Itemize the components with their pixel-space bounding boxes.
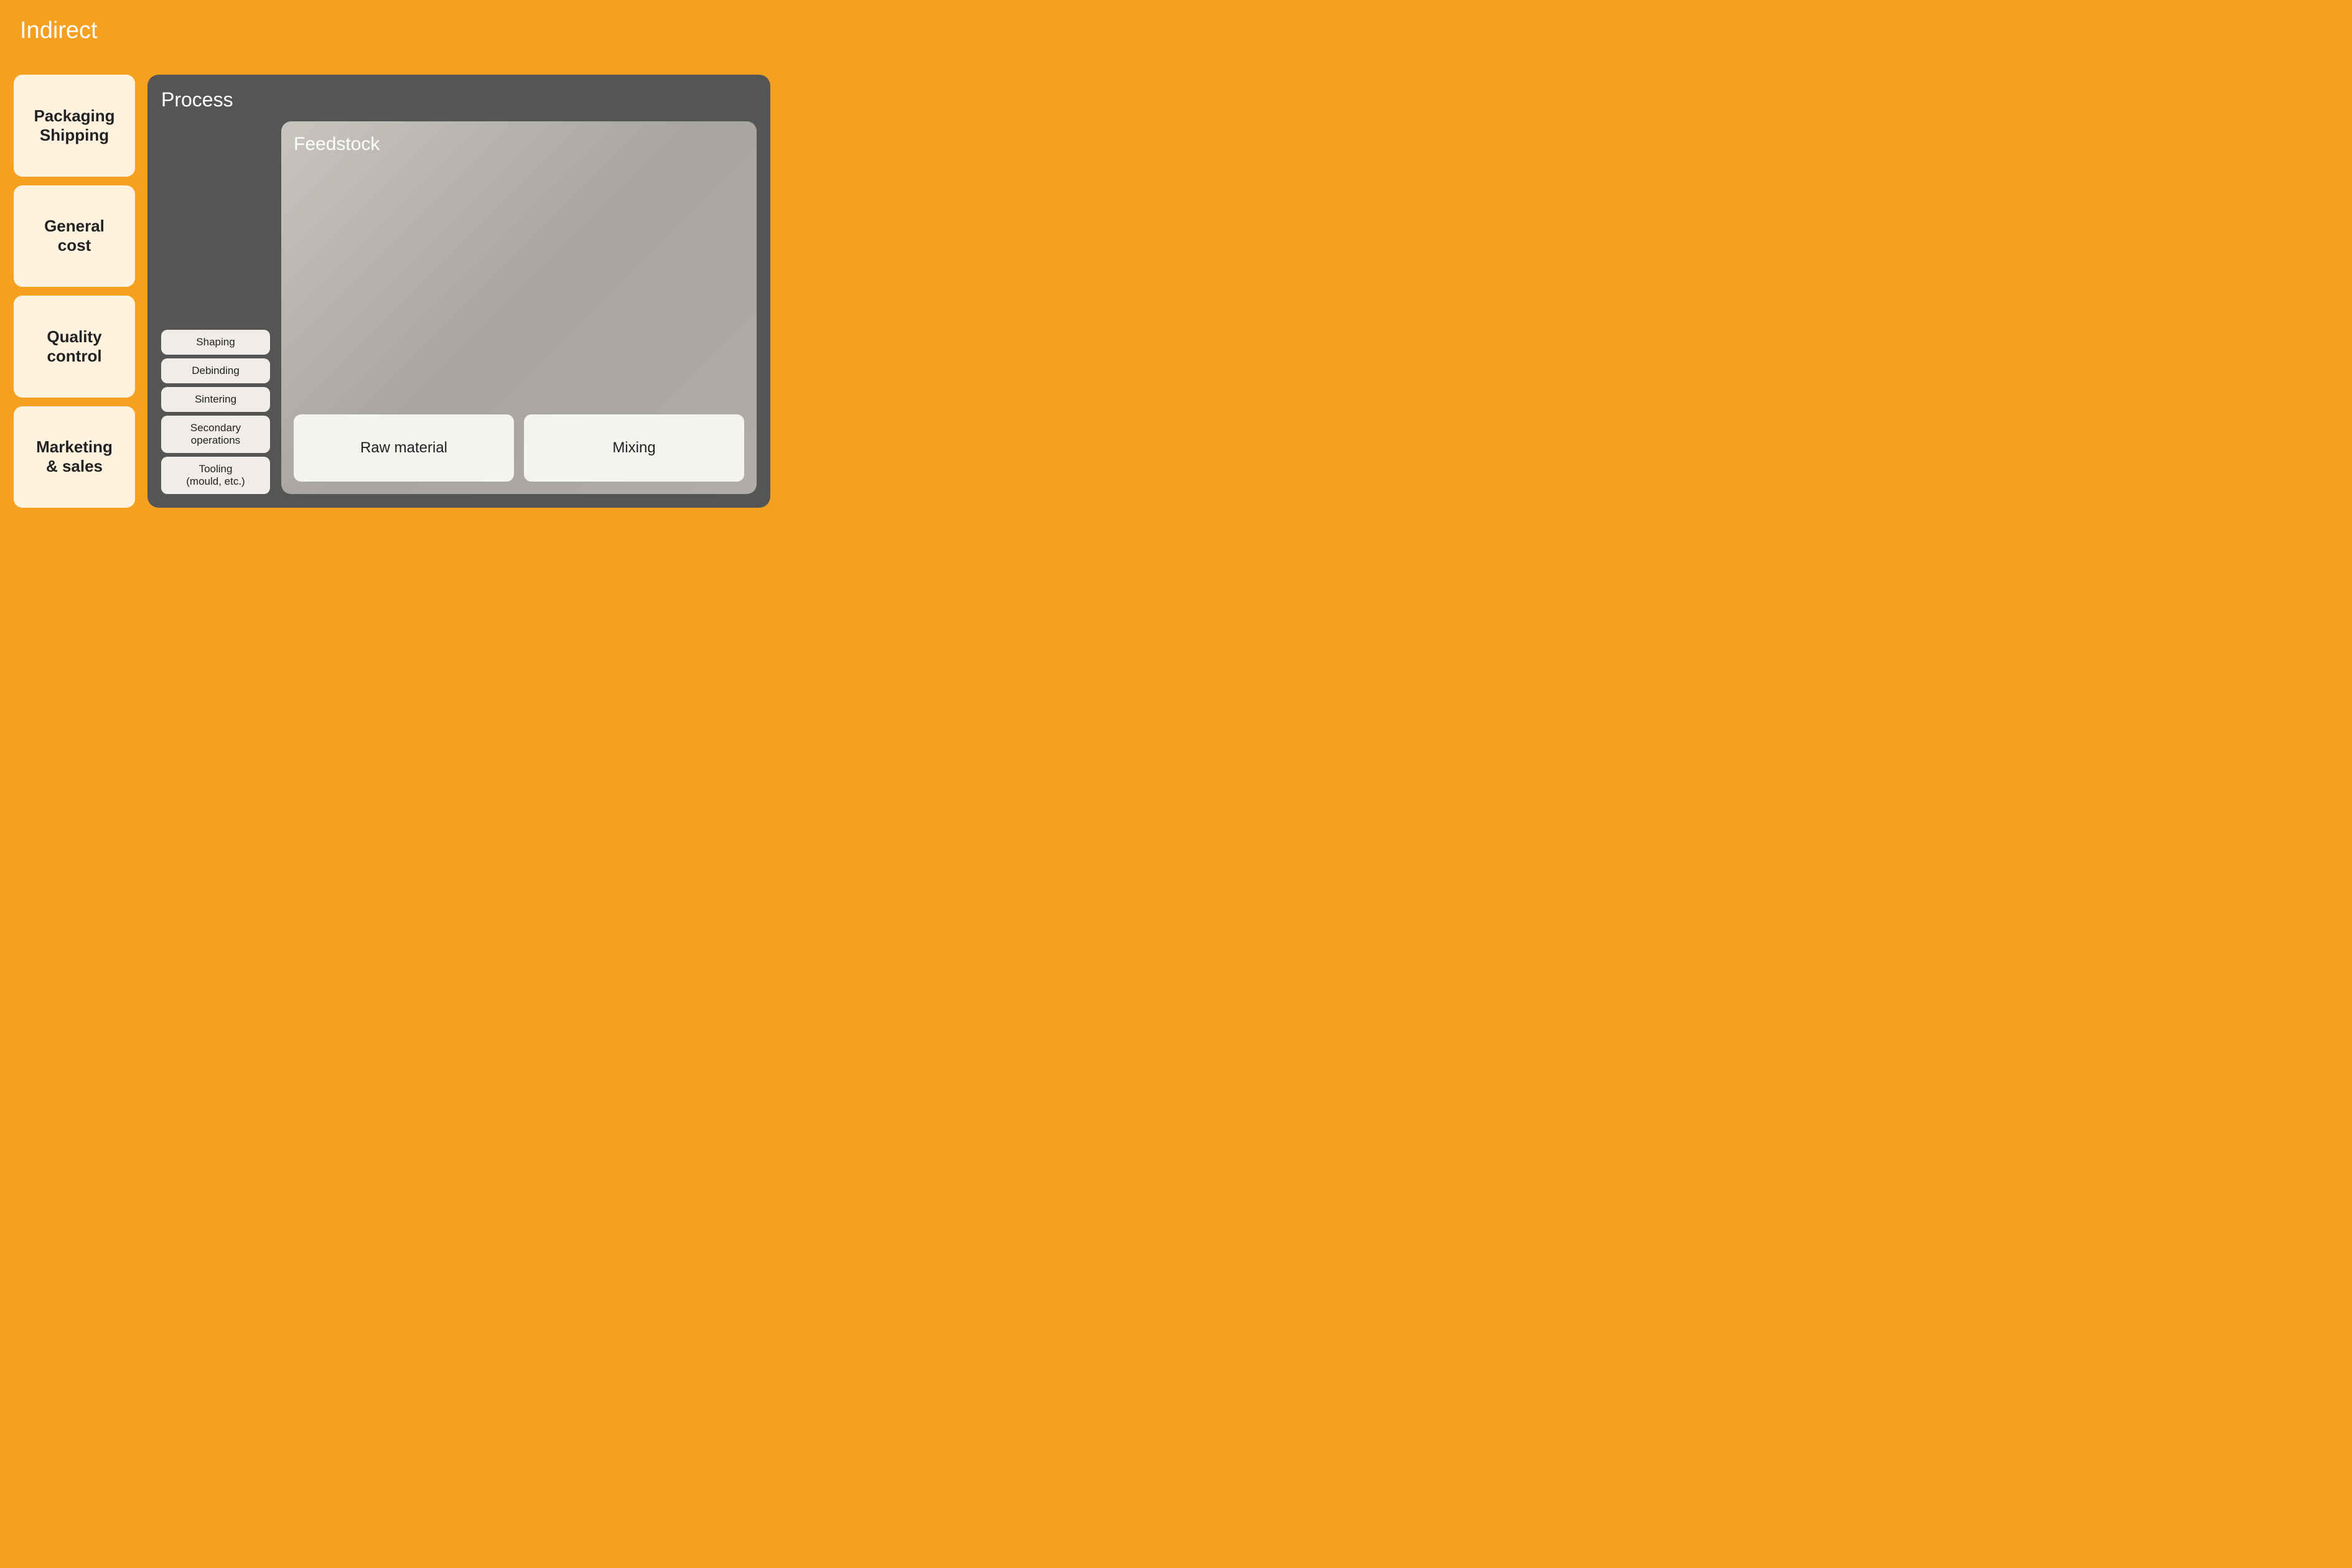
process-container: Process Shaping Debinding Sintering Seco… (147, 75, 770, 508)
sidebar-item-packaging-shipping-label: Packaging Shipping (34, 106, 114, 145)
sidebar-item-marketing-sales-label: Marketing & sales (36, 437, 113, 476)
sidebar-item-quality-control-label: Quality control (47, 327, 101, 366)
steps-column: Shaping Debinding Sintering Secondary op… (161, 121, 270, 494)
sidebar-item-quality-control[interactable]: Quality control (14, 296, 135, 398)
step-secondary-operations-label: Secondary operations (190, 422, 241, 446)
sidebar-item-marketing-sales[interactable]: Marketing & sales (14, 406, 135, 508)
feedstock-card-mixing-label: Mixing (612, 439, 655, 457)
main-layout: Packaging Shipping General cost Quality … (14, 75, 770, 508)
feedstock-container: Feedstock Raw material Mixing (281, 121, 757, 494)
step-sintering-label: Sintering (195, 393, 236, 405)
sidebar-item-general-cost-label: General cost (44, 217, 105, 255)
feedstock-cards: Raw material Mixing (294, 414, 744, 482)
step-sintering[interactable]: Sintering (161, 387, 270, 412)
sidebar: Packaging Shipping General cost Quality … (14, 75, 135, 508)
process-body: Shaping Debinding Sintering Secondary op… (161, 121, 757, 494)
feedstock-card-mixing[interactable]: Mixing (524, 414, 744, 482)
sidebar-item-general-cost[interactable]: General cost (14, 185, 135, 287)
step-debinding[interactable]: Debinding (161, 358, 270, 383)
step-shaping[interactable]: Shaping (161, 330, 270, 355)
feedstock-card-raw-material-label: Raw material (360, 439, 447, 457)
process-title: Process (161, 88, 757, 111)
sidebar-item-packaging-shipping[interactable]: Packaging Shipping (14, 75, 135, 177)
feedstock-title: Feedstock (294, 134, 744, 155)
step-secondary-operations[interactable]: Secondary operations (161, 416, 270, 453)
step-tooling-label: Tooling (mould, etc.) (186, 463, 245, 487)
step-shaping-label: Shaping (196, 336, 235, 348)
page-title: Indirect (0, 0, 784, 44)
step-debinding-label: Debinding (192, 365, 240, 376)
feedstock-card-raw-material[interactable]: Raw material (294, 414, 514, 482)
step-tooling[interactable]: Tooling (mould, etc.) (161, 457, 270, 494)
